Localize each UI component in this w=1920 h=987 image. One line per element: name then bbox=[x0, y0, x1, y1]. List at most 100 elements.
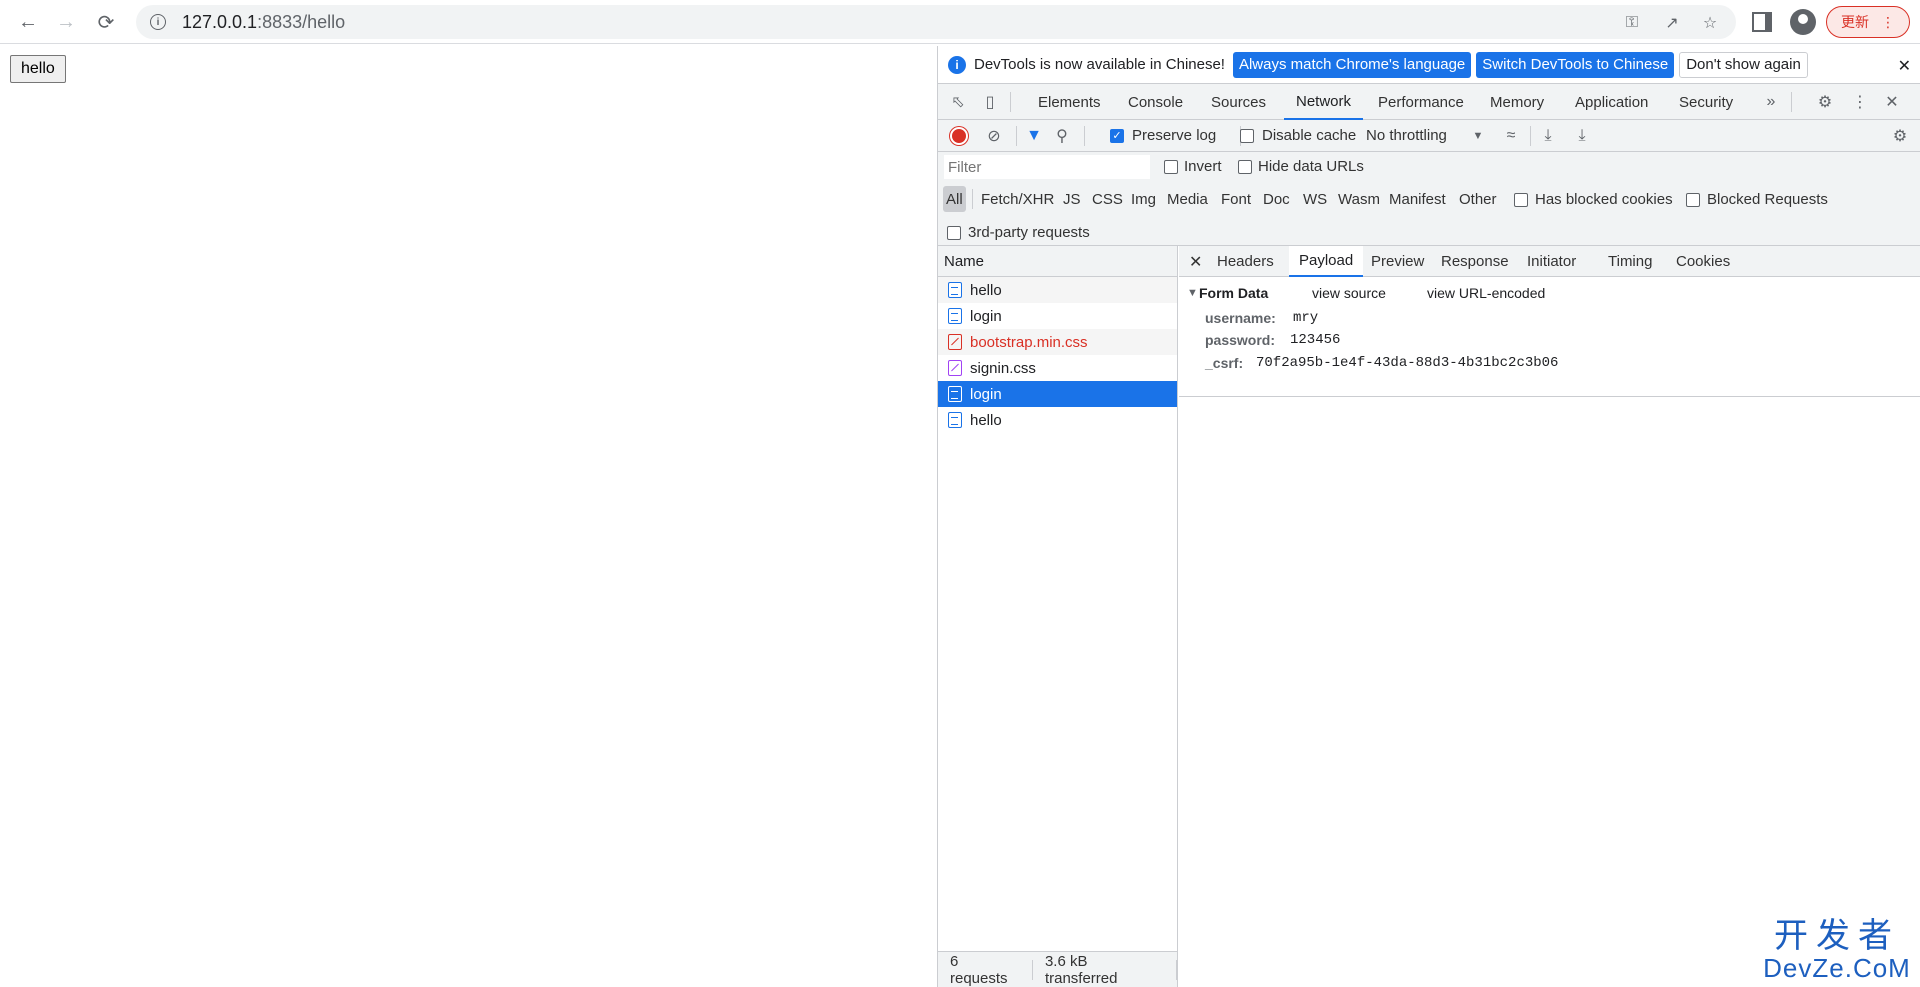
blocked-requests-checkbox[interactable] bbox=[1686, 193, 1700, 207]
profile-avatar-icon[interactable] bbox=[1790, 9, 1816, 35]
has-blocked-cookies-checkbox[interactable] bbox=[1514, 193, 1528, 207]
network-settings-gear-icon[interactable]: ⚙ bbox=[1890, 126, 1910, 146]
address-bar[interactable]: i 127.0.0.1:8833/hello ⚿ ↗ ☆ bbox=[136, 5, 1736, 39]
document-icon bbox=[948, 308, 962, 324]
disable-cache-label: Disable cache bbox=[1262, 127, 1357, 144]
preserve-log-checkbox[interactable]: ✓ bbox=[1110, 129, 1124, 143]
clear-icon[interactable]: ⊘ bbox=[984, 126, 1004, 146]
filter-input[interactable] bbox=[944, 155, 1150, 179]
tab-performance[interactable]: Performance bbox=[1378, 84, 1464, 120]
type-filter-wasm[interactable]: Wasm bbox=[1335, 186, 1383, 212]
reload-icon[interactable]: ⟳ bbox=[90, 6, 122, 38]
close-icon[interactable]: ✕ bbox=[1898, 56, 1911, 76]
filter-bar: Invert Hide data URLs All Fetch/XHR JS C… bbox=[938, 152, 1920, 246]
type-filter-ws[interactable]: WS bbox=[1300, 186, 1330, 212]
watermark-logo: 开发者 DevZe.CoM bbox=[1762, 918, 1912, 982]
expand-triangle-icon[interactable]: ▼ bbox=[1187, 287, 1198, 299]
request-row[interactable]: signin.css bbox=[938, 355, 1177, 381]
tab-payload[interactable]: Payload bbox=[1289, 246, 1364, 277]
settings-gear-icon[interactable]: ⚙ bbox=[1815, 92, 1835, 112]
site-info-icon[interactable]: i bbox=[150, 14, 166, 30]
request-row[interactable]: hello bbox=[938, 277, 1177, 303]
hide-data-urls-checkbox[interactable] bbox=[1238, 160, 1252, 174]
request-name: hello bbox=[970, 281, 1002, 299]
customize-menu-icon[interactable]: ⋮ bbox=[1850, 92, 1870, 112]
network-summary-bar: 6 requests 3.6 kB transferred bbox=[938, 951, 1177, 987]
third-party-checkbox[interactable] bbox=[947, 226, 961, 240]
device-toolbar-icon[interactable]: ▯ bbox=[980, 92, 1000, 112]
document-icon bbox=[948, 282, 962, 298]
tab-headers[interactable]: Headers bbox=[1211, 246, 1280, 277]
back-arrow-icon[interactable]: ← bbox=[12, 6, 44, 38]
forward-arrow-icon[interactable]: → bbox=[50, 6, 82, 38]
watermark-line2: DevZe.CoM bbox=[1763, 953, 1911, 983]
switch-chinese-button[interactable]: Switch DevTools to Chinese bbox=[1476, 51, 1675, 78]
more-tabs-chevron-icon[interactable]: » bbox=[1761, 92, 1781, 112]
tab-preview[interactable]: Preview bbox=[1365, 246, 1430, 277]
type-filter-css[interactable]: CSS bbox=[1089, 186, 1126, 212]
side-panel-icon[interactable] bbox=[1752, 12, 1772, 32]
type-filter-doc[interactable]: Doc bbox=[1260, 186, 1293, 212]
tab-cookies[interactable]: Cookies bbox=[1670, 246, 1736, 277]
record-icon[interactable] bbox=[950, 127, 968, 145]
invert-label: Invert bbox=[1184, 158, 1222, 175]
network-conditions-icon[interactable]: ≈ bbox=[1501, 126, 1521, 146]
transferred-size: 3.6 kB transferred bbox=[1044, 952, 1118, 987]
request-row[interactable]: bootstrap.min.css bbox=[938, 329, 1177, 355]
view-source-link[interactable]: view source bbox=[1312, 285, 1386, 301]
view-url-encoded-link[interactable]: view URL-encoded bbox=[1427, 285, 1545, 301]
request-list: Name hello login bootstrap.min.css signi… bbox=[938, 246, 1178, 987]
hide-data-urls-label: Hide data URLs bbox=[1258, 158, 1364, 175]
preserve-log-label: Preserve log bbox=[1132, 127, 1217, 144]
type-filter-manifest[interactable]: Manifest bbox=[1386, 186, 1449, 212]
request-detail-pane: ✕ Headers Payload Preview Response Initi… bbox=[1179, 246, 1920, 987]
tab-memory[interactable]: Memory bbox=[1490, 84, 1544, 120]
tab-response[interactable]: Response bbox=[1435, 246, 1515, 277]
filter-funnel-icon[interactable]: ▼ bbox=[1024, 126, 1044, 146]
network-toolbar: ⊘ ▼ ⚲ ✓ Preserve log Disable cache No th… bbox=[938, 120, 1920, 152]
invert-checkbox[interactable] bbox=[1164, 160, 1178, 174]
request-row-selected[interactable]: login bbox=[938, 381, 1177, 407]
search-icon[interactable]: ⚲ bbox=[1052, 126, 1072, 146]
url-host: 127.0.0.1 bbox=[182, 11, 258, 32]
tab-timing[interactable]: Timing bbox=[1602, 246, 1658, 277]
tab-initiator[interactable]: Initiator bbox=[1521, 246, 1582, 277]
tab-application[interactable]: Application bbox=[1575, 84, 1648, 120]
type-filter-media[interactable]: Media bbox=[1164, 186, 1211, 212]
type-filter-js[interactable]: JS bbox=[1060, 186, 1084, 212]
update-button[interactable]: 更新 ⋮ bbox=[1826, 6, 1910, 38]
type-filter-all[interactable]: All bbox=[943, 186, 966, 212]
request-row[interactable]: hello bbox=[938, 407, 1177, 433]
update-label: 更新 bbox=[1841, 14, 1869, 30]
form-data-title[interactable]: Form Data bbox=[1199, 285, 1268, 301]
close-devtools-icon[interactable]: ✕ bbox=[1882, 92, 1902, 112]
type-filter-img[interactable]: Img bbox=[1128, 186, 1159, 212]
tab-elements[interactable]: Elements bbox=[1038, 84, 1101, 120]
url-path: :8833/hello bbox=[257, 11, 346, 32]
match-language-button[interactable]: Always match Chrome's language bbox=[1232, 51, 1472, 78]
disable-cache-checkbox[interactable] bbox=[1240, 129, 1254, 143]
request-name: signin.css bbox=[970, 359, 1036, 377]
tab-network[interactable]: Network bbox=[1284, 84, 1364, 120]
inspect-element-icon[interactable]: ⬁ bbox=[948, 92, 968, 112]
bookmark-star-icon[interactable]: ☆ bbox=[1700, 13, 1720, 33]
import-har-icon[interactable]: ⤓ bbox=[1538, 126, 1558, 146]
throttling-select[interactable]: No throttling bbox=[1366, 127, 1447, 144]
type-filter-other[interactable]: Other bbox=[1456, 186, 1500, 212]
close-detail-icon[interactable]: ✕ bbox=[1183, 246, 1208, 277]
key-icon[interactable]: ⚿ bbox=[1622, 13, 1642, 33]
dont-show-again-button[interactable]: Don't show again bbox=[1679, 51, 1808, 78]
infobar-message: DevTools is now available in Chinese! bbox=[974, 56, 1225, 73]
name-column-header[interactable]: Name bbox=[938, 246, 1177, 277]
type-filter-fetch-xhr[interactable]: Fetch/XHR bbox=[978, 186, 1057, 212]
export-har-icon[interactable]: ⤓ bbox=[1572, 126, 1592, 146]
stylesheet-icon bbox=[948, 360, 962, 376]
tab-sources[interactable]: Sources bbox=[1211, 84, 1266, 120]
share-icon[interactable]: ↗ bbox=[1662, 13, 1682, 33]
tab-security[interactable]: Security bbox=[1679, 84, 1733, 120]
tab-console[interactable]: Console bbox=[1128, 84, 1183, 120]
hello-button[interactable]: hello bbox=[10, 55, 66, 83]
type-filter-font[interactable]: Font bbox=[1218, 186, 1254, 212]
request-row[interactable]: login bbox=[938, 303, 1177, 329]
dropdown-caret-icon[interactable]: ▼ bbox=[1468, 126, 1488, 146]
